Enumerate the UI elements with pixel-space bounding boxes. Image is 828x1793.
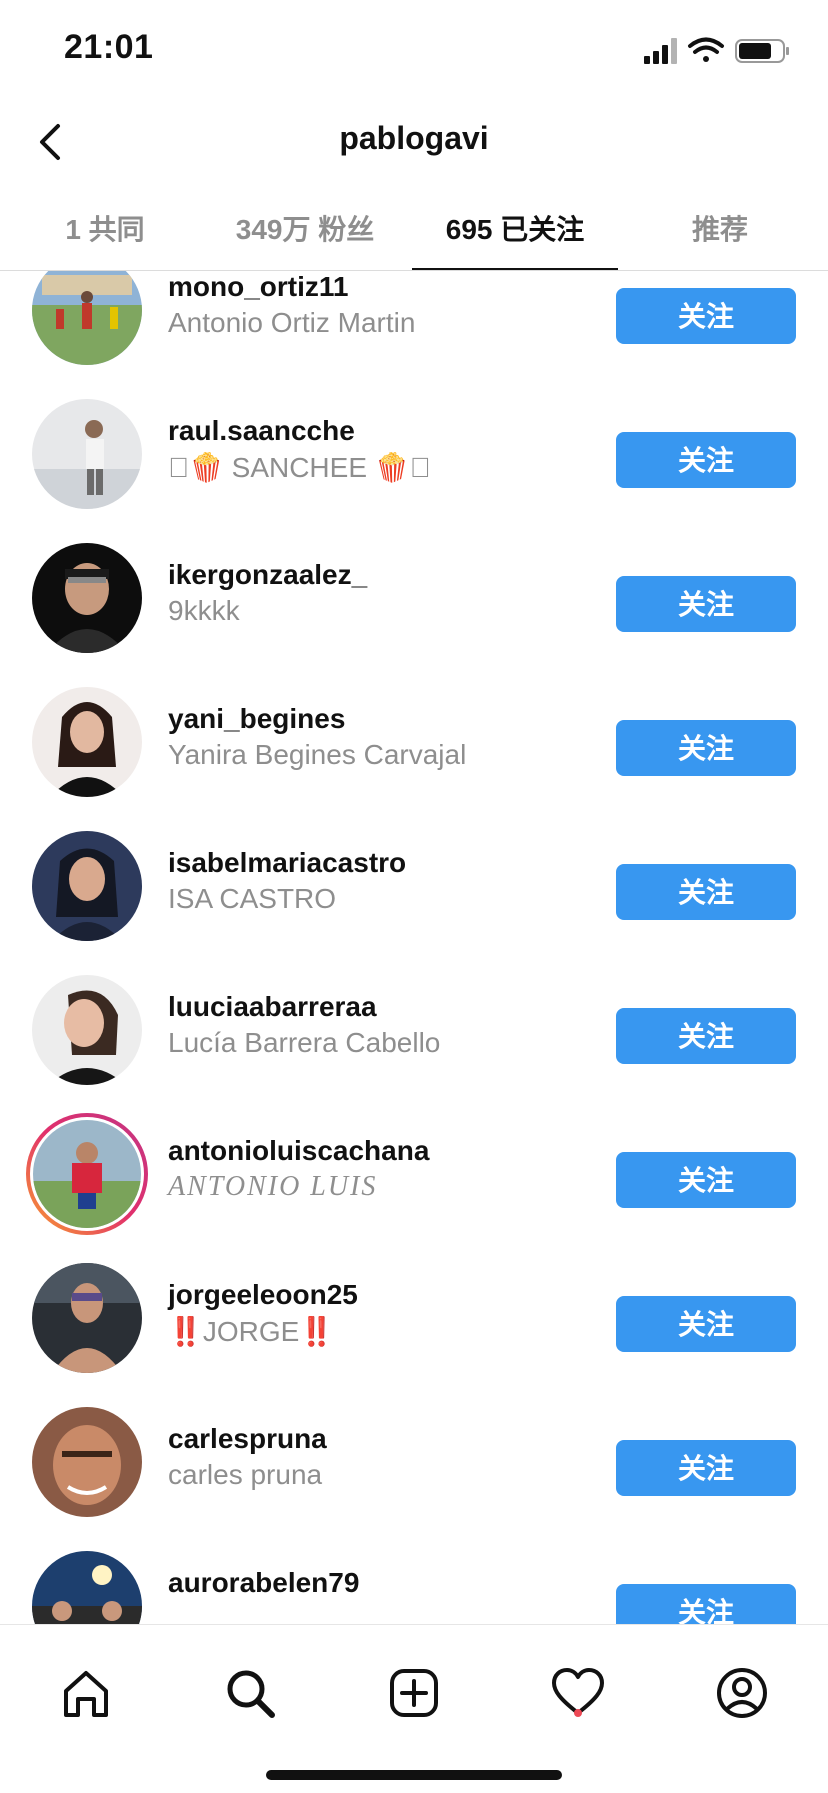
list-item[interactable]: ikergonzaalez_ 9kkkk 关注 xyxy=(0,543,828,687)
follow-button[interactable]: 关注 xyxy=(616,1440,796,1496)
list-item[interactable]: raul.saancche 🍿 SANCHEE 🍿 关注 xyxy=(0,399,828,543)
username[interactable]: isabelmariacastro xyxy=(168,847,406,879)
follow-button[interactable]: 关注 xyxy=(616,1296,796,1352)
avatar[interactable] xyxy=(32,271,142,365)
avatar[interactable] xyxy=(32,975,142,1085)
follow-button[interactable]: 关注 xyxy=(616,1008,796,1064)
status-icons xyxy=(644,37,789,64)
username[interactable]: luuciaabarreraa xyxy=(168,991,377,1023)
status-bar: 21:01 xyxy=(0,0,828,100)
tab-followers[interactable]: 349万 粉丝 xyxy=(210,208,400,268)
status-time: 21:01 xyxy=(64,28,154,66)
follow-button[interactable]: 关注 xyxy=(616,1152,796,1208)
list-item[interactable]: aurorabelen79 关注 xyxy=(0,1551,828,1624)
avatar-with-story[interactable] xyxy=(24,1111,150,1237)
list-item[interactable]: jorgeeleoon25 ‼️JORGE‼️ 关注 xyxy=(0,1263,828,1407)
signal-icon xyxy=(644,38,677,64)
list-item[interactable]: yani_begines Yanira Begines Carvajal 关注 xyxy=(0,687,828,831)
username[interactable]: antonioluiscachana xyxy=(168,1135,429,1167)
full-name: ‼️JORGE‼️ xyxy=(168,1316,335,1347)
list-item[interactable]: antonioluiscachana ANTONIO LUIS 关注 xyxy=(0,1113,828,1263)
username[interactable]: ikergonzaalez_ xyxy=(168,559,367,591)
following-list[interactable]: mono_ortiz11 Antonio Ortiz Martin 关注 rau… xyxy=(0,271,828,1624)
tab-following[interactable]: 695 已关注 xyxy=(412,208,618,268)
full-name: 🍿 SANCHEE 🍿 xyxy=(168,452,431,483)
username[interactable]: mono_ortiz11 xyxy=(168,271,348,303)
list-item[interactable]: mono_ortiz11 Antonio Ortiz Martin 关注 xyxy=(0,271,828,399)
full-name: ANTONIO LUIS xyxy=(168,1171,378,1202)
list-item[interactable]: isabelmariacastro ISA CASTRO 关注 xyxy=(0,831,828,975)
avatar[interactable] xyxy=(32,399,142,509)
follow-button[interactable]: 关注 xyxy=(616,288,796,344)
avatar[interactable] xyxy=(32,1407,142,1517)
username[interactable]: raul.saancche xyxy=(168,415,355,447)
avatar[interactable] xyxy=(32,687,142,797)
active-tab-indicator xyxy=(412,268,618,270)
profile-icon[interactable] xyxy=(714,1665,770,1721)
home-icon[interactable] xyxy=(58,1665,114,1721)
avatar[interactable] xyxy=(32,543,142,653)
avatar[interactable] xyxy=(32,831,142,941)
nav-header: pablogavi xyxy=(0,100,828,190)
full-name: carles pruna xyxy=(168,1459,323,1490)
notification-dot xyxy=(574,1709,582,1717)
follow-button[interactable]: 关注 xyxy=(616,864,796,920)
full-name: Antonio Ortiz Martin xyxy=(168,307,416,338)
follow-button[interactable]: 关注 xyxy=(616,720,796,776)
username[interactable]: jorgeeleoon25 xyxy=(168,1279,358,1311)
search-icon[interactable] xyxy=(222,1665,278,1721)
list-item[interactable]: luuciaabarreraa Lucía Barrera Cabello 关注 xyxy=(0,975,828,1119)
follow-tabs: 1 共同 349万 粉丝 695 已关注 推荐 xyxy=(0,190,828,271)
tab-mutual[interactable]: 1 共同 xyxy=(30,208,180,268)
follow-button[interactable]: 关注 xyxy=(616,1584,796,1624)
home-indicator xyxy=(266,1770,562,1780)
bottom-tab-bar xyxy=(0,1624,828,1793)
follow-button[interactable]: 关注 xyxy=(616,432,796,488)
full-name: ISA CASTRO xyxy=(168,883,337,914)
follow-button[interactable]: 关注 xyxy=(616,576,796,632)
full-name: 9kkkk xyxy=(168,595,240,626)
tab-suggested[interactable]: 推荐 xyxy=(660,208,780,268)
full-name: Lucía Barrera Cabello xyxy=(168,1027,441,1058)
avatar[interactable] xyxy=(32,1263,142,1373)
page-title: pablogavi xyxy=(339,120,489,156)
avatar[interactable] xyxy=(32,1551,142,1624)
list-item[interactable]: carlespruna carles pruna 关注 xyxy=(0,1407,828,1551)
username[interactable]: yani_begines xyxy=(168,703,345,735)
username[interactable]: aurorabelen79 xyxy=(168,1567,359,1599)
battery-icon xyxy=(735,39,789,63)
full-name: Yanira Begines Carvajal xyxy=(168,739,467,770)
username[interactable]: carlespruna xyxy=(168,1423,327,1455)
wifi-icon xyxy=(688,37,724,62)
new-post-icon[interactable] xyxy=(386,1665,442,1721)
